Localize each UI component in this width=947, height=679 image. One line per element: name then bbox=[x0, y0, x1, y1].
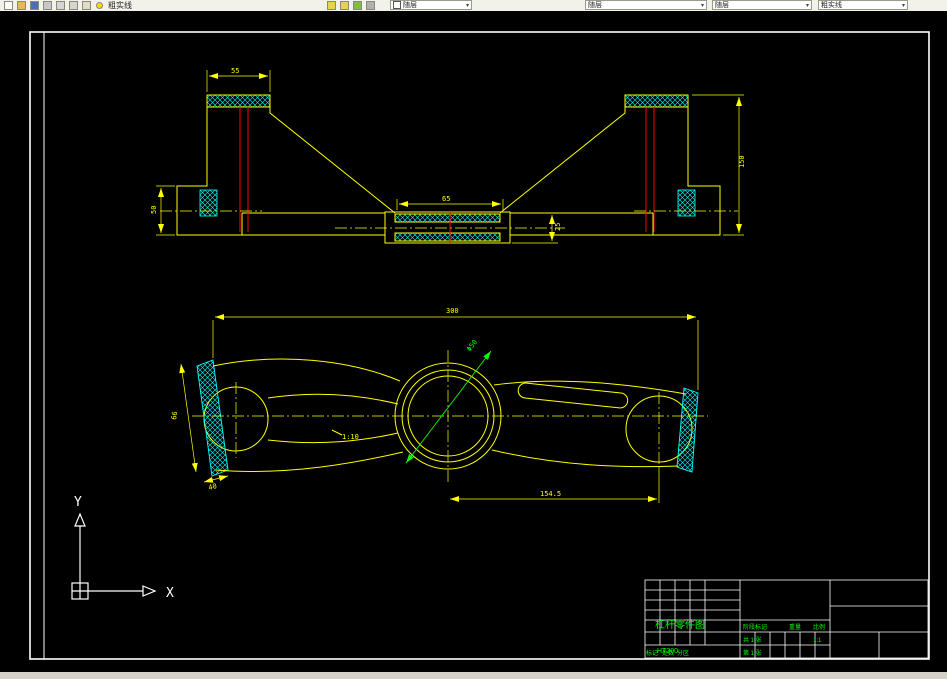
titleblock-weight-label: 重量 bbox=[789, 623, 801, 631]
dim-center-to-end: 154.5 bbox=[540, 490, 561, 498]
layer-bulb-icon[interactable] bbox=[96, 2, 103, 9]
dropdown-caret-icon: ▾ bbox=[465, 2, 469, 9]
lineweight-combo[interactable]: 随层 ▾ bbox=[712, 0, 812, 10]
ucs-icon: Y X bbox=[71, 495, 174, 601]
style-combo-value: 粗实线 bbox=[821, 2, 842, 9]
dim-boss-width: 65 bbox=[442, 195, 450, 203]
print-icon[interactable] bbox=[43, 1, 52, 10]
ortho-icon[interactable] bbox=[366, 1, 375, 10]
cad-app: 粗实线 随层 ▾ 随层 ▾ 随层 ▾ 粗实线 ▾ 55 65 150 50 25… bbox=[0, 0, 947, 679]
zoom-pan-icon[interactable] bbox=[340, 1, 349, 10]
title-block bbox=[644, 579, 929, 659]
plan-view-dimensions bbox=[179, 314, 699, 503]
front-view-dim-text: 55 65 150 50 25 bbox=[150, 67, 746, 231]
open-file-icon[interactable] bbox=[17, 1, 26, 10]
front-view bbox=[176, 94, 721, 244]
zoom-window-icon[interactable] bbox=[327, 1, 336, 10]
titleblock-scale-value: 1:1 bbox=[813, 638, 822, 644]
color-combo[interactable]: 随层 ▾ bbox=[390, 0, 472, 10]
plan-view-bore-dimension: Φ50 bbox=[405, 338, 492, 464]
titleblock-sheet-total: 共 1 张 bbox=[743, 636, 762, 644]
titleblock-mark-label: 标记 bbox=[646, 649, 658, 657]
titleblock-count-label: 处数 bbox=[662, 649, 674, 657]
style-combo[interactable]: 粗实线 ▾ bbox=[818, 0, 908, 10]
titleblock-stage-label: 阶段标记 bbox=[743, 623, 767, 631]
drawing-frame bbox=[29, 31, 930, 660]
current-layer-label: 粗实线 bbox=[108, 1, 132, 10]
dropdown-caret-icon: ▾ bbox=[805, 2, 809, 9]
ucs-y-label: Y bbox=[74, 495, 82, 510]
dim-bore: Φ50 bbox=[465, 338, 479, 353]
drawing-canvas[interactable]: 55 65 150 50 25 300 154.5 66 40 1:10 Φ50… bbox=[0, 11, 947, 672]
title-block-text: 杠杆零件图 HT200 阶段标记 重量 比例 1:1 共 1 张 第 1 张 标… bbox=[646, 618, 825, 657]
linetype-combo-value: 随层 bbox=[588, 2, 602, 9]
dim-cap-width: 40 bbox=[208, 482, 218, 492]
paste-icon[interactable] bbox=[82, 1, 91, 10]
color-combo-value: 随层 bbox=[403, 2, 417, 9]
titleblock-scale-label: 比例 bbox=[813, 623, 825, 631]
dim-flange-height: 50 bbox=[150, 206, 158, 214]
save-icon[interactable] bbox=[30, 1, 39, 10]
new-file-icon[interactable] bbox=[4, 1, 13, 10]
copy-icon[interactable] bbox=[69, 1, 78, 10]
dim-end-width: 66 bbox=[170, 411, 179, 420]
ucs-x-label: X bbox=[166, 586, 174, 601]
titleblock-title: 杠杆零件图 bbox=[655, 618, 705, 631]
front-view-section-lines bbox=[239, 107, 655, 243]
dim-overall-height: 150 bbox=[738, 155, 746, 168]
linetype-combo[interactable]: 随层 ▾ bbox=[585, 0, 707, 10]
lineweight-combo-value: 随层 bbox=[715, 2, 729, 9]
dim-cap-width: 55 bbox=[231, 67, 239, 75]
color-swatch-icon bbox=[393, 1, 401, 9]
dim-overall-length: 300 bbox=[446, 307, 459, 315]
plan-view-dim-text: 300 154.5 66 40 1:10 bbox=[170, 307, 561, 498]
titleblock-zone-label: 分区 bbox=[677, 649, 689, 657]
titleblock-sheet-no: 第 1 张 bbox=[743, 649, 762, 657]
dropdown-caret-icon: ▾ bbox=[700, 2, 704, 9]
dim-boss-height: 25 bbox=[554, 223, 562, 231]
osnap-icon[interactable] bbox=[353, 1, 362, 10]
plan-view bbox=[196, 358, 699, 477]
window-bottom-edge bbox=[0, 672, 947, 679]
dropdown-caret-icon: ▾ bbox=[901, 2, 905, 9]
cut-icon[interactable] bbox=[56, 1, 65, 10]
dim-taper: 1:10 bbox=[342, 433, 359, 441]
